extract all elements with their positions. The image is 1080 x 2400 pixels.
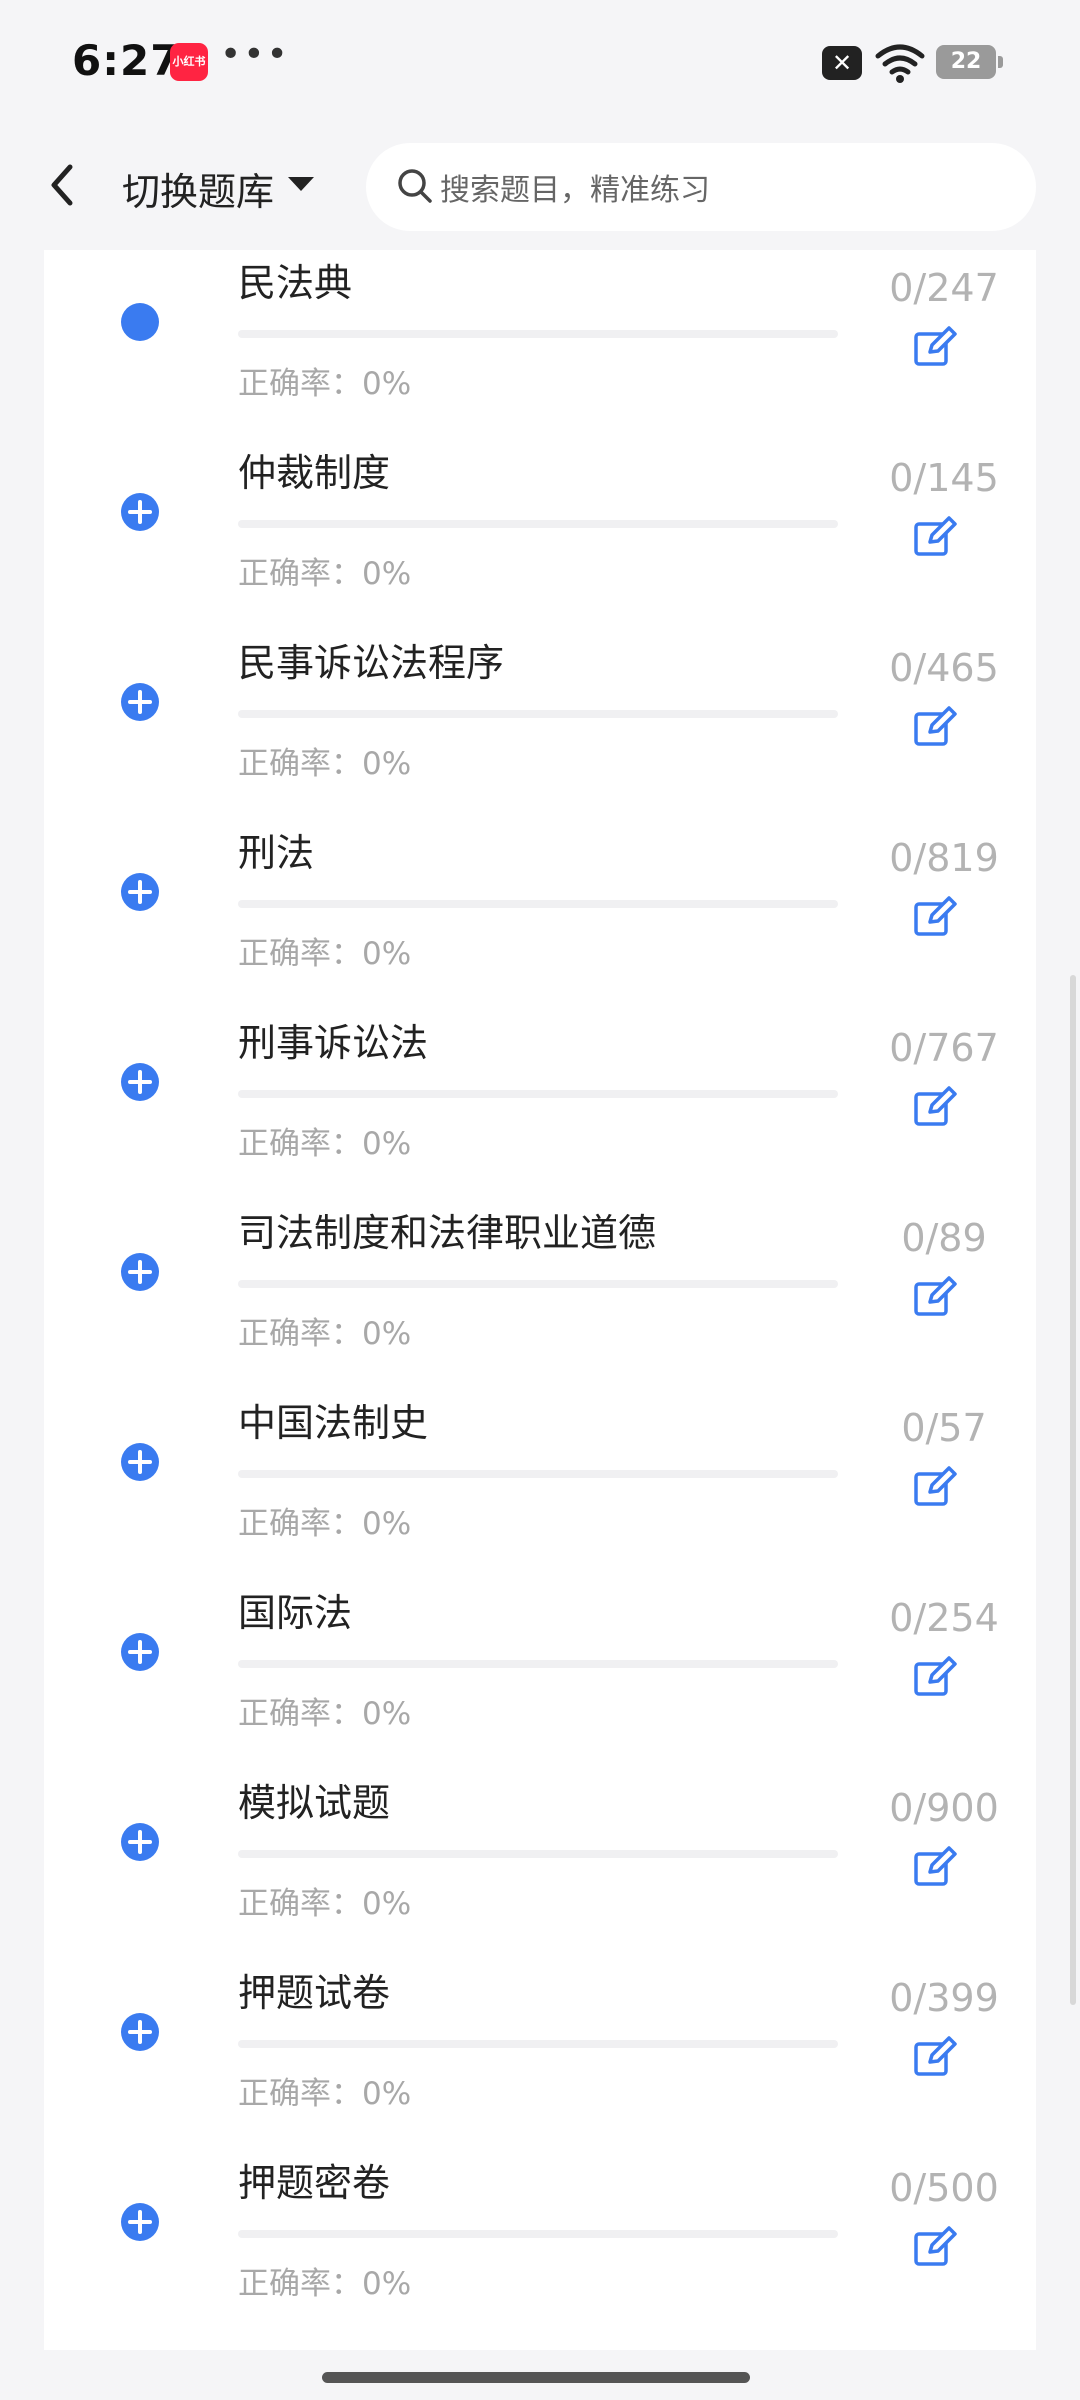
progress-track [238,330,838,338]
progress-track [238,1090,838,1098]
item-title: 仲裁制度 [238,451,391,495]
accuracy-label: 正确率： [238,2266,362,2302]
signal-off-icon: ✕ [822,46,862,80]
item-count: 0/500 [889,2166,999,2210]
item-count: 0/465 [889,646,999,690]
item-title: 模拟试题 [238,1781,391,1825]
plus-circle-icon[interactable] [120,1252,160,1292]
list-item[interactable]: 模拟试题 正确率：0% 0/900 [44,1710,1036,1922]
list-item[interactable]: 刑法 正确率：0% 0/819 [44,760,1036,972]
accuracy-text: 正确率：0% [238,2258,411,2303]
item-title: 刑事诉讼法 [238,1021,429,1065]
edit-icon[interactable] [912,1844,958,1890]
edit-icon[interactable] [912,704,958,750]
progress-track [238,710,838,718]
wifi-icon [875,44,925,83]
list-item[interactable]: 民事诉讼法程序 正确率：0% 0/465 [44,570,1036,782]
item-count: 0/57 [901,1406,987,1450]
list-item[interactable]: 国际法 正确率：0% 0/254 [44,1520,1036,1732]
accuracy-value: 0% [362,2266,412,2302]
home-indicator[interactable] [322,2372,750,2383]
edit-icon[interactable] [912,1084,958,1130]
item-title: 民事诉讼法程序 [238,641,505,685]
list-item[interactable]: 刑事诉讼法 正确率：0% 0/767 [44,950,1036,1162]
progress-track [238,2040,838,2048]
item-count: 0/900 [889,1786,999,1830]
progress-track [238,520,838,528]
edit-icon[interactable] [912,1464,958,1510]
plus-circle-icon[interactable] [120,1442,160,1482]
item-count: 0/247 [889,266,999,310]
item-title: 民法典 [238,261,353,305]
status-bar: 6:27 小红书 ••• ✕ 22 [0,0,1080,125]
item-title: 国际法 [238,1591,353,1635]
edit-icon[interactable] [912,514,958,560]
progress-track [238,1850,838,1858]
item-count: 0/254 [889,1596,999,1640]
dot-icon[interactable] [120,302,160,342]
progress-track [238,1660,838,1668]
progress-track [238,900,838,908]
list-item[interactable]: 中国法制史 正确率：0% 0/57 [44,1330,1036,1542]
list-item[interactable]: 仲裁制度 正确率：0% 0/145 [44,380,1036,592]
xiaohongshu-app-icon: 小红书 [170,43,208,81]
battery-icon: 22 [936,45,1003,79]
progress-track [238,1470,838,1478]
edit-icon[interactable] [912,1654,958,1700]
item-count: 0/145 [889,456,999,500]
caret-down-icon[interactable] [288,177,314,191]
plus-circle-icon[interactable] [120,2012,160,2052]
edit-icon[interactable] [912,894,958,940]
list-item[interactable]: 民法典 正确率：0% 0/247 [44,190,1036,402]
item-count: 0/819 [889,836,999,880]
list-item[interactable]: 司法制度和法律职业道德 正确率：0% 0/89 [44,1140,1036,1352]
list-item[interactable]: 押题试卷 正确率：0% 0/399 [44,1900,1036,2112]
scrollbar[interactable] [1070,975,1076,2005]
item-count: 0/767 [889,1026,999,1070]
plus-circle-icon[interactable] [120,872,160,912]
item-title: 押题试卷 [238,1971,391,2015]
plus-circle-icon[interactable] [120,682,160,722]
plus-circle-icon[interactable] [120,1062,160,1102]
plus-circle-icon[interactable] [120,1632,160,1672]
item-count: 0/399 [889,1976,999,2020]
status-time: 6:27 [72,36,181,85]
edit-icon[interactable] [912,324,958,370]
progress-track [238,1280,838,1288]
edit-icon[interactable] [912,1274,958,1320]
progress-track [238,2230,838,2238]
plus-circle-icon[interactable] [120,1822,160,1862]
plus-circle-icon[interactable] [120,492,160,532]
edit-icon[interactable] [912,2224,958,2270]
item-title: 押题密卷 [238,2161,391,2205]
edit-icon[interactable] [912,2034,958,2080]
item-title: 中国法制史 [238,1401,429,1445]
item-count: 0/89 [901,1216,987,1260]
more-dots-icon: ••• [220,34,290,75]
item-title: 刑法 [238,831,315,875]
question-bank-list: 民法典 正确率：0% 0/247 仲裁制度 正确率：0% 0/145 民事诉讼法程序 正确率：… [44,250,1036,2350]
plus-circle-icon[interactable] [120,2202,160,2242]
item-title: 司法制度和法律职业道德 [238,1211,657,1255]
list-item[interactable]: 押题密卷正确率：0% 0/500 [44,2090,1036,2302]
